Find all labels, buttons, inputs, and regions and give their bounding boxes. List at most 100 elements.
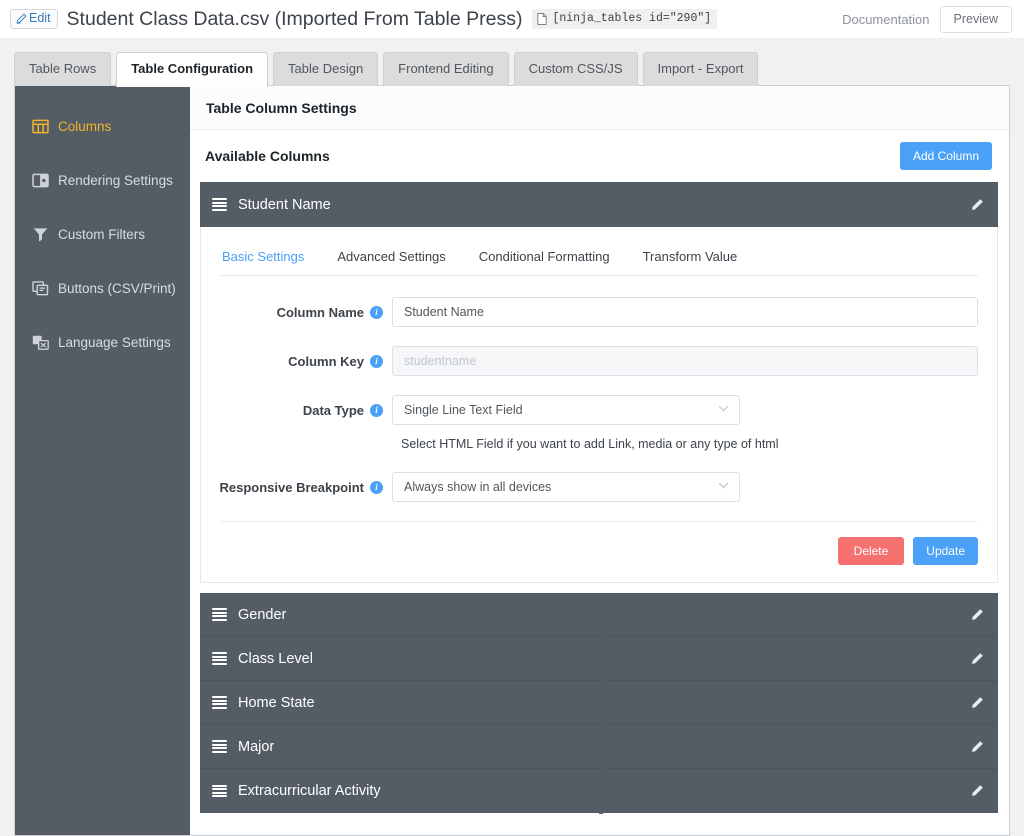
sidebar-item-custom-filters[interactable]: Custom Filters: [15, 207, 190, 261]
sidebar-item-rendering-settings[interactable]: Rendering Settings: [15, 153, 190, 207]
pencil-icon[interactable]: [969, 651, 985, 667]
sidebar-item-label: Rendering Settings: [58, 173, 173, 188]
tab-frontend-editing[interactable]: Frontend Editing: [383, 52, 508, 86]
column-name-label: Column Name i: [220, 305, 392, 320]
basic-settings-form: Column Name i Column Key i: [220, 276, 978, 582]
inner-tab-advanced-settings[interactable]: Advanced Settings: [337, 249, 445, 275]
edit-button[interactable]: Edit: [10, 9, 58, 29]
data-type-label-text: Data Type: [303, 403, 364, 418]
drag-handle-icon[interactable]: [212, 608, 227, 621]
documentation-link[interactable]: Documentation: [842, 12, 929, 27]
column-key-input-wrap: [392, 346, 978, 376]
column-panel-header[interactable]: Home State: [200, 681, 998, 725]
column-panel-title: Student Name: [238, 197, 969, 213]
info-icon[interactable]: i: [370, 404, 383, 417]
column-panel-header[interactable]: Gender: [200, 593, 998, 637]
inner-tab-basic-settings[interactable]: Basic Settings: [222, 249, 304, 275]
page-title: Student Class Data.csv (Imported From Ta…: [67, 8, 523, 31]
responsive-breakpoint-label-text: Responsive Breakpoint: [220, 480, 365, 495]
column-key-input: [392, 346, 978, 376]
shortcode-chip[interactable]: [ninja_tables id="290"]: [532, 9, 717, 29]
pencil-icon[interactable]: [969, 783, 985, 799]
available-columns-title: Available Columns: [205, 148, 330, 164]
column-form-actions: Delete Update: [220, 522, 978, 582]
column-key-row: Column Key i: [220, 346, 978, 376]
responsive-breakpoint-label: Responsive Breakpoint i: [220, 480, 392, 495]
collapsed-columns-list: Gender Class Level Home State Major Extracur…: [200, 593, 998, 813]
settings-content: Table Column Settings Available Columns …: [190, 86, 1009, 835]
document-icon: [537, 13, 547, 25]
data-type-row: Data Type i: [220, 395, 978, 425]
delete-button[interactable]: Delete: [838, 537, 905, 565]
inner-tab-conditional-formatting[interactable]: Conditional Formatting: [479, 249, 610, 275]
tab-import-export[interactable]: Import - Export: [643, 52, 759, 86]
sidebar-item-buttons-csv-print[interactable]: Buttons (CSV/Print): [15, 261, 190, 315]
app-shell: Columns Rendering Settings Custom Filters B…: [14, 86, 1010, 836]
copy-buttons-icon: [32, 280, 49, 297]
settings-sidebar: Columns Rendering Settings Custom Filters B…: [15, 86, 190, 835]
drag-handle-icon[interactable]: [212, 198, 227, 211]
edit-button-label: Edit: [29, 12, 51, 25]
add-column-button[interactable]: Add Column: [900, 142, 992, 170]
column-panel-title: Gender: [238, 607, 969, 623]
info-icon[interactable]: i: [370, 481, 383, 494]
column-panel-header[interactable]: Major: [200, 725, 998, 769]
main-tab-bar: Table RowsTable ConfigurationTable Desig…: [0, 38, 1024, 86]
column-name-input[interactable]: [392, 297, 978, 327]
sidebar-item-label: Buttons (CSV/Print): [58, 281, 176, 296]
tab-table-design[interactable]: Table Design: [273, 52, 378, 86]
column-panel-expanded: Student Name Basic Settings Advanced Sett…: [200, 182, 998, 583]
sidebar-item-label: Language Settings: [58, 335, 171, 350]
sidebar-item-language-settings[interactable]: Language Settings: [15, 315, 190, 369]
column-panels: Student Name Basic Settings Advanced Sett…: [190, 182, 1009, 813]
column-panel-title: Class Level: [238, 651, 969, 667]
data-type-hint: Select HTML Field if you want to add Lin…: [401, 437, 978, 451]
column-name-row: Column Name i: [220, 297, 978, 327]
responsive-breakpoint-select-wrap: [392, 472, 740, 502]
data-type-select[interactable]: [392, 395, 740, 425]
render-panel-icon: [32, 172, 49, 189]
column-panel-title: Major: [238, 739, 969, 755]
tab-table-configuration[interactable]: Table Configuration: [116, 52, 268, 87]
sidebar-item-label: Columns: [58, 119, 111, 134]
pencil-icon[interactable]: [969, 197, 985, 213]
inner-tab-transform-value[interactable]: Transform Value: [643, 249, 738, 275]
responsive-breakpoint-select[interactable]: [392, 472, 740, 502]
available-columns-bar: Available Columns Add Column: [190, 130, 1009, 182]
table-columns-icon: [32, 118, 49, 135]
sidebar-item-label: Custom Filters: [58, 227, 145, 242]
drag-handle-icon[interactable]: [212, 652, 227, 665]
drag-handle-icon[interactable]: [212, 785, 227, 798]
column-panel-title: Home State: [238, 695, 969, 711]
panel-gap: [200, 583, 998, 593]
responsive-breakpoint-row: Responsive Breakpoint i: [220, 472, 978, 502]
column-name-label-text: Column Name: [277, 305, 364, 320]
pencil-icon[interactable]: [969, 739, 985, 755]
pencil-icon: [16, 13, 27, 24]
top-bar: Edit Student Class Data.csv (Imported Fr…: [0, 0, 1024, 38]
language-icon: [32, 334, 49, 351]
column-panel-header[interactable]: Class Level: [200, 637, 998, 681]
info-icon[interactable]: i: [370, 306, 383, 319]
column-key-label: Column Key i: [220, 354, 392, 369]
pencil-icon[interactable]: [969, 695, 985, 711]
section-title: Table Column Settings: [190, 86, 1009, 130]
sidebar-item-columns[interactable]: Columns: [15, 99, 190, 153]
tab-custom-css-js[interactable]: Custom CSS/JS: [514, 52, 638, 86]
column-panel-header[interactable]: Extracurricular Activity: [200, 769, 998, 813]
top-bar-actions: Documentation Preview: [842, 0, 1012, 38]
drag-handle-icon[interactable]: [212, 696, 227, 709]
shortcode-text: [ninja_tables id="290"]: [552, 12, 711, 25]
preview-button[interactable]: Preview: [940, 6, 1012, 33]
column-panel-body: Basic Settings Advanced Settings Condition…: [200, 227, 998, 583]
info-icon[interactable]: i: [370, 355, 383, 368]
data-type-select-wrap: [392, 395, 740, 425]
tab-table-rows[interactable]: Table Rows: [14, 52, 111, 86]
funnel-filter-icon: [32, 226, 49, 243]
drag-handle-icon[interactable]: [212, 740, 227, 753]
column-panel-header[interactable]: Student Name: [200, 182, 998, 227]
update-button[interactable]: Update: [913, 537, 978, 565]
column-inner-tabs: Basic Settings Advanced Settings Condition…: [220, 227, 978, 276]
column-panel-title: Extracurricular Activity: [238, 783, 969, 799]
pencil-icon[interactable]: [969, 607, 985, 623]
